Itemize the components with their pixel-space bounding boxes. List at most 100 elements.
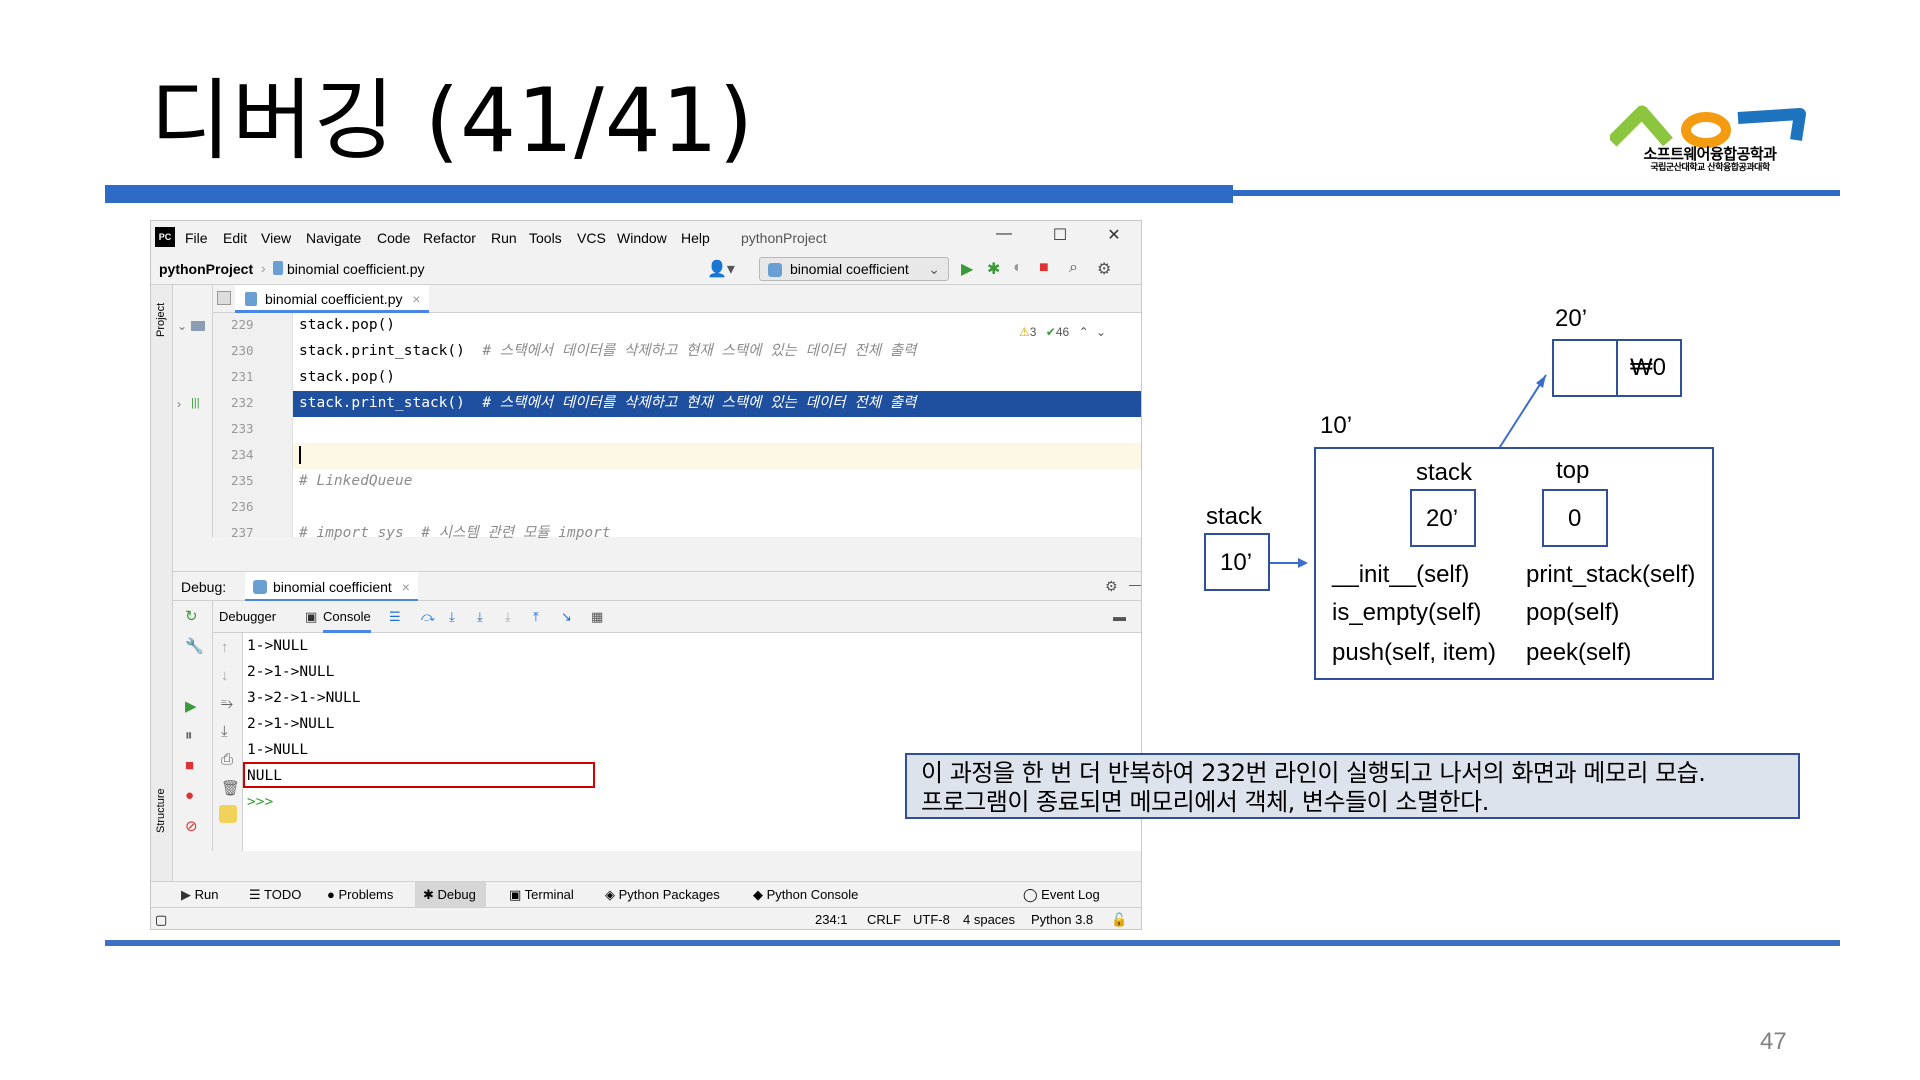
menu-window[interactable]: Window bbox=[617, 230, 667, 246]
close-tab-icon[interactable]: × bbox=[412, 291, 420, 307]
python-packages-tab[interactable]: ◈ Python Packages bbox=[605, 887, 720, 903]
structure-tool-label[interactable]: Structure bbox=[155, 788, 167, 833]
mute-breakpoints-icon[interactable]: ⊘ bbox=[185, 817, 198, 835]
run-config-select[interactable]: binomial coefficient ⌄ bbox=[759, 257, 949, 281]
evaluate-icon[interactable]: ▦ bbox=[591, 609, 603, 625]
run-icon[interactable]: ▶ bbox=[961, 259, 973, 279]
pause-icon[interactable]: ⏸ bbox=[185, 727, 193, 744]
line-number: 233 bbox=[231, 421, 254, 436]
breakpoints-icon[interactable]: ● bbox=[185, 787, 194, 804]
user-icon[interactable]: 👤▾ bbox=[707, 259, 735, 279]
code-line[interactable] bbox=[293, 417, 1141, 443]
code-line[interactable]: stack.pop() bbox=[293, 365, 1141, 391]
indent-setting[interactable]: 4 spaces bbox=[963, 912, 1015, 927]
debugger-tab[interactable]: Debugger bbox=[219, 609, 276, 624]
menu-navigate[interactable]: Navigate bbox=[306, 230, 361, 246]
menu-run[interactable]: Run bbox=[491, 230, 517, 246]
code-line[interactable]: # import sys # 시스템 관련 모듈 import bbox=[293, 521, 1141, 547]
code-line[interactable]: stack.pop() bbox=[293, 313, 1141, 339]
object-address-label: 10’ bbox=[1320, 412, 1353, 439]
python-console-tab[interactable]: ◆ Python Console bbox=[753, 887, 858, 903]
menu-tools[interactable]: Tools bbox=[529, 230, 562, 246]
code-line-selected[interactable]: stack.print_stack() # 스택에서 데이터를 삭제하고 현재 … bbox=[293, 391, 1141, 417]
code-line-current[interactable] bbox=[293, 443, 1141, 469]
python-icon bbox=[768, 263, 782, 277]
console-prompt[interactable]: >>> bbox=[247, 789, 273, 815]
lock-icon[interactable]: 🔓 bbox=[1111, 912, 1127, 928]
arrow-down-icon[interactable]: ↓ bbox=[221, 667, 229, 684]
chevron-down-icon[interactable]: ⌄ bbox=[1096, 325, 1106, 339]
terminal-tab[interactable]: ▣ Terminal bbox=[509, 887, 574, 903]
close-icon[interactable]: ✕ bbox=[1101, 225, 1127, 245]
inspection-widget[interactable]: ⚠3 ✔46 ⌃ ⌄ bbox=[1019, 325, 1106, 339]
run-tab[interactable]: ▶ Run bbox=[181, 887, 218, 903]
step-into-icon[interactable]: ⤓ bbox=[449, 609, 455, 625]
menu-icon[interactable]: ☰ bbox=[389, 609, 401, 625]
menu-file[interactable]: File bbox=[185, 230, 208, 246]
node-address-label: 20’ bbox=[1555, 305, 1588, 332]
gear-icon[interactable]: ⚙ bbox=[1097, 259, 1111, 279]
editor-tab[interactable]: binomial coefficient.py × bbox=[235, 285, 429, 313]
hide-icon[interactable] bbox=[217, 291, 231, 305]
chevron-right-icon[interactable]: › bbox=[177, 397, 181, 411]
step-over-icon[interactable]: ⤼ bbox=[421, 609, 435, 625]
minimize-panel-icon[interactable]: — bbox=[1129, 576, 1141, 592]
step-out-icon[interactable]: ⤒ bbox=[533, 609, 539, 625]
menu-code[interactable]: Code bbox=[377, 230, 410, 246]
project-tool-label[interactable]: Project bbox=[155, 303, 167, 337]
arrow-up-icon[interactable]: ↑ bbox=[221, 639, 229, 656]
menu-edit[interactable]: Edit bbox=[223, 230, 247, 246]
code-line[interactable]: # LinkedQueue bbox=[293, 469, 1141, 495]
line-number: 235 bbox=[231, 473, 254, 488]
menu-vcs[interactable]: VCS bbox=[577, 230, 606, 246]
menu-help[interactable]: Help bbox=[681, 230, 710, 246]
cursor-position[interactable]: 234:1 bbox=[815, 912, 848, 927]
event-log-tab[interactable]: ◯ Event Log bbox=[1023, 887, 1100, 903]
menu-view[interactable]: View bbox=[261, 230, 291, 246]
menu-refactor[interactable]: Refactor bbox=[423, 230, 476, 246]
run-to-cursor-icon[interactable]: ↘ bbox=[561, 609, 572, 625]
python-file-icon bbox=[273, 261, 283, 275]
force-step-into-icon[interactable]: ⤓ bbox=[505, 609, 511, 625]
gear-icon[interactable]: ⚙ bbox=[1105, 578, 1118, 595]
stop-icon[interactable]: ■ bbox=[1039, 259, 1049, 277]
search-icon[interactable]: ⌕ bbox=[1069, 259, 1078, 277]
todo-tab[interactable]: ☰ TODO bbox=[249, 887, 301, 903]
stop-icon[interactable]: ■ bbox=[185, 757, 194, 774]
console-tab[interactable]: Console bbox=[323, 609, 371, 633]
wrench-icon[interactable]: 🔧 bbox=[185, 637, 204, 655]
print-icon[interactable]: ⎙ bbox=[221, 751, 233, 768]
debug-icon[interactable]: ✱ bbox=[987, 259, 1000, 279]
python-console-icon[interactable] bbox=[219, 805, 237, 823]
layout-toggle-icon[interactable]: ▢ bbox=[155, 912, 167, 928]
close-tab-icon[interactable]: × bbox=[402, 579, 410, 595]
logo-subtext: 국립군산대학교 산학융합공과대학 bbox=[1650, 163, 1770, 173]
code-editor[interactable]: stack.pop() stack.print_stack() # 스택에서 데… bbox=[293, 313, 1141, 541]
library-icon: ||| bbox=[191, 397, 200, 409]
breadcrumb-file[interactable]: binomial coefficient.py bbox=[287, 261, 424, 277]
code-line[interactable]: stack.print_stack() # 스택에서 데이터를 삭제하고 현재 … bbox=[293, 339, 1141, 365]
maximize-icon[interactable]: ☐ bbox=[1047, 225, 1073, 245]
python-interpreter[interactable]: Python 3.8 bbox=[1031, 912, 1093, 927]
debug-session-tab[interactable]: binomial coefficient × bbox=[245, 572, 418, 602]
debug-tab[interactable]: ✱ Debug bbox=[415, 882, 486, 908]
minimize-icon[interactable]: — bbox=[991, 225, 1017, 243]
rerun-icon[interactable]: ↻ bbox=[185, 607, 198, 625]
chevron-down-icon: ⌄ bbox=[928, 261, 940, 277]
chevron-up-icon[interactable]: ⌃ bbox=[1079, 325, 1089, 339]
project-tree-collapsed: ⌄ › ||| bbox=[173, 285, 213, 537]
line-separator[interactable]: CRLF bbox=[867, 912, 901, 927]
explanation-note: 이 과정을 한 번 더 반복하여 232번 라인이 실행되고 나서의 화면과 메… bbox=[905, 753, 1800, 819]
problems-tab[interactable]: ● Problems bbox=[327, 887, 393, 902]
scroll-to-end-icon[interactable]: ⤓ bbox=[221, 723, 228, 740]
code-line[interactable] bbox=[293, 495, 1141, 521]
soft-wrap-icon[interactable]: ⥱ bbox=[221, 695, 233, 712]
coverage-icon[interactable]: ◐ bbox=[1013, 259, 1023, 277]
file-encoding[interactable]: UTF-8 bbox=[913, 912, 950, 927]
breadcrumb-project[interactable]: pythonProject bbox=[159, 261, 253, 277]
layout-icon[interactable]: ▬ bbox=[1113, 609, 1126, 624]
chevron-down-icon[interactable]: ⌄ bbox=[177, 319, 187, 333]
step-into-my-code-icon[interactable]: ⤓ bbox=[477, 609, 483, 625]
resume-icon[interactable]: ▶ bbox=[185, 697, 197, 715]
trash-icon[interactable]: 🗑 bbox=[221, 779, 240, 797]
